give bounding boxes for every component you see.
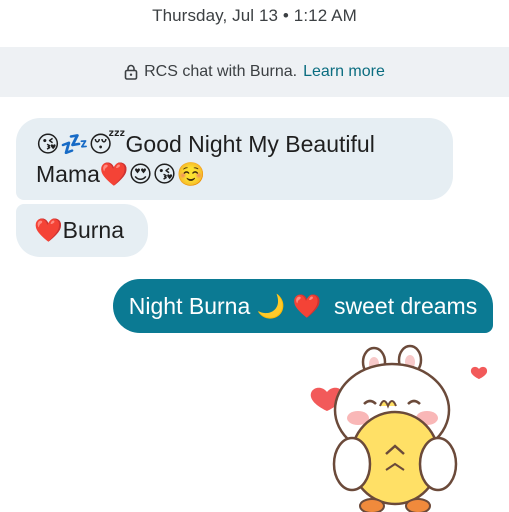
heart-icon [470,366,488,379]
rcs-banner-text: RCS chat with Burna. [144,63,298,80]
rcs-info-banner: RCS chat with Burna. Learn more [0,47,509,97]
message-text: Mama [36,161,100,187]
message-text: Burna [62,217,125,243]
heart-emoji: ❤️ [34,218,63,244]
lock-icon [124,64,138,80]
bunny-hugging-chick-sticker[interactable] [300,340,509,512]
moon-heart-emoji: 🌙 ❤️ [256,293,322,320]
message-line: 😘💤😴Good Night My Beautiful [36,130,433,160]
message-text: Night Burna [128,292,251,319]
learn-more-link[interactable]: Learn more [303,63,385,81]
message-timestamp: Thursday, Jul 13 • 1:12 AM [152,6,357,25]
message-text: sweet dreams [334,292,478,319]
emoji-group: 😘💤😴 [36,132,126,158]
conversation-screen: Thursday, Jul 13 • 1:12 AM RCS chat with… [0,0,509,512]
incoming-message-bubble[interactable]: 😘💤😴Good Night My Beautiful Mama❤️😍😘☺️ [16,118,453,200]
outgoing-message-bubble[interactable]: Night Burna 🌙 ❤️ sweet dreams [113,279,493,333]
message-line: Mama❤️😍😘☺️ [36,160,433,190]
message-text: Good Night My Beautiful [125,131,375,157]
incoming-message-bubble[interactable]: ❤️Burna [16,204,148,257]
emoji-group: ❤️😍😘☺️ [99,162,206,188]
